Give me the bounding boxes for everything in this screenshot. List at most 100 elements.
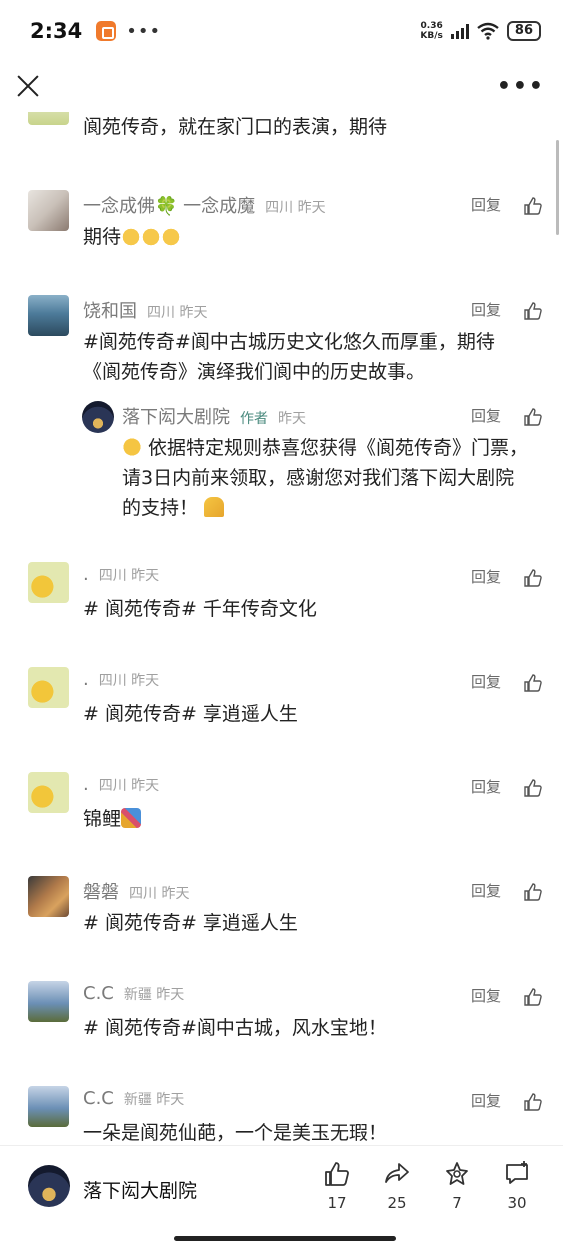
comment-meta: 新疆 昨天 xyxy=(123,987,185,1003)
battery-indicator: 86 xyxy=(506,21,541,41)
comment-text: # 阆苑传奇#阆中古城，风水宝地！ xyxy=(83,1017,387,1039)
status-bar: 2:34 ••• 0.36 KB/s 86 xyxy=(0,0,563,62)
party-popper-emoji-icon xyxy=(121,808,142,828)
bottom-action-bar: 落下闳大剧院 17 25 7 30 xyxy=(0,1145,563,1230)
like-icon xyxy=(325,1162,349,1186)
avatar[interactable] xyxy=(28,562,69,603)
comment-feed[interactable]: 阆苑传奇，就在家门口的表演，期待 一念成佛🍀 一念成魔 四川 昨天 回复 期待 … xyxy=(0,112,563,1145)
comment-text: 阆苑传奇，就在家门口的表演，期待 xyxy=(83,116,388,138)
avatar[interactable] xyxy=(28,112,69,125)
comment-text: 期待 xyxy=(83,222,531,252)
comment-meta: 新疆 昨天 xyxy=(123,1092,185,1108)
reply-button[interactable]: 回复 xyxy=(471,671,501,692)
comment-header: 饶和国 四川 昨天 xyxy=(83,297,207,323)
comment-actions: 回复 xyxy=(471,985,543,1006)
share-count: 25 xyxy=(387,1194,407,1212)
comment-count: 30 xyxy=(507,1194,527,1212)
comment-text: 锦鲤 xyxy=(83,804,531,834)
avatar[interactable] xyxy=(82,401,114,433)
account-avatar[interactable] xyxy=(28,1165,70,1207)
avatar[interactable] xyxy=(28,1086,69,1127)
comment-meta: 四川 昨天 xyxy=(147,305,208,321)
comment-header: 落下闳大剧院 作者 昨天 xyxy=(122,403,306,429)
avatar[interactable] xyxy=(28,190,69,231)
comment-header: . 四川 昨天 xyxy=(83,774,159,795)
comment-actions: 回复 xyxy=(471,299,543,320)
home-indicator[interactable] xyxy=(174,1236,396,1241)
avatar[interactable] xyxy=(28,981,69,1022)
reply-button[interactable]: 回复 xyxy=(471,194,501,215)
signal-icon xyxy=(450,23,469,39)
network-speed: 0.36 KB/s xyxy=(420,21,443,41)
comment-header: . 四川 昨天 xyxy=(83,669,159,690)
comment-meta: 四川 昨天 xyxy=(98,673,160,689)
reply-button[interactable]: 回复 xyxy=(471,299,501,320)
like-count: 17 xyxy=(327,1194,347,1212)
comment-text: # 阆苑传奇# 享逍遥人生 xyxy=(83,703,298,725)
avatar[interactable] xyxy=(28,876,69,917)
username[interactable]: . xyxy=(83,774,89,795)
like-icon[interactable] xyxy=(523,301,543,320)
username[interactable]: . xyxy=(83,669,89,690)
comment-header: 一念成佛🍀 一念成魔 四川 昨天 xyxy=(83,192,326,218)
comment-header: . 四川 昨天 xyxy=(83,564,159,585)
reply-button[interactable]: 回复 xyxy=(471,776,501,797)
comment-text: # 阆苑传奇# 享逍遥人生 xyxy=(83,912,298,934)
thumbs-up-emoji-icon xyxy=(121,226,142,246)
share-icon xyxy=(385,1163,409,1183)
comment-actions: 回复 xyxy=(471,880,543,901)
like-icon[interactable] xyxy=(523,1092,543,1111)
username[interactable]: C.C xyxy=(83,983,114,1004)
comment-text: # 阆苑传奇# 千年传奇文化 xyxy=(83,598,317,620)
username[interactable]: 饶和国 xyxy=(83,297,137,323)
like-icon[interactable] xyxy=(523,568,543,587)
reply-button[interactable]: 回复 xyxy=(471,880,501,901)
like-icon[interactable] xyxy=(523,778,543,797)
comment-text: 一朵是阆苑仙葩，一个是美玉无瑕！ xyxy=(83,1122,388,1144)
avatar[interactable] xyxy=(28,772,69,813)
comment-icon xyxy=(506,1161,528,1184)
favorite-button[interactable]: 7 xyxy=(437,1160,477,1212)
comment-actions: 回复 xyxy=(471,1090,543,1111)
comment-text: #阆苑传奇#阆中古城历史文化悠久而厚重，期待《阆苑传奇》演绎我们阆中的历史故事。 xyxy=(83,331,495,383)
comment-actions: 回复 xyxy=(471,671,543,692)
like-icon[interactable] xyxy=(523,407,543,426)
comment-meta: 四川 昨天 xyxy=(265,200,326,216)
like-icon[interactable] xyxy=(523,196,543,215)
account-name[interactable]: 落下闳大剧院 xyxy=(83,1176,197,1203)
comment-actions: 回复 xyxy=(471,566,543,587)
wifi-icon xyxy=(477,22,499,40)
username[interactable]: 落下闳大剧院 xyxy=(122,403,230,429)
scrollbar[interactable] xyxy=(556,140,559,235)
like-icon[interactable] xyxy=(523,882,543,901)
username[interactable]: C.C xyxy=(83,1088,114,1109)
share-button[interactable]: 25 xyxy=(377,1160,417,1212)
reply-button[interactable]: 回复 xyxy=(471,405,501,426)
pray-emoji-icon xyxy=(204,497,225,517)
close-icon[interactable] xyxy=(14,72,42,100)
like-icon[interactable] xyxy=(523,987,543,1006)
reply-button[interactable]: 回复 xyxy=(471,566,501,587)
avatar[interactable] xyxy=(28,667,69,708)
favorite-count: 7 xyxy=(452,1194,462,1212)
avatar[interactable] xyxy=(28,295,69,336)
like-icon[interactable] xyxy=(523,673,543,692)
like-button[interactable]: 17 xyxy=(317,1160,357,1212)
username[interactable]: 磐磐 xyxy=(83,878,119,904)
comment-header: C.C 新疆 昨天 xyxy=(83,1088,184,1109)
comment-text: 依据特定规则恭喜您获得《阆苑传奇》门票，请3日内前来领取，感谢您对我们落下闳大剧… xyxy=(122,437,529,519)
comment-actions: 回复 xyxy=(471,194,543,215)
app-indicator-icon xyxy=(96,21,117,41)
sunglasses-emoji-icon xyxy=(122,437,142,457)
comment-meta: 四川 昨天 xyxy=(129,886,190,902)
username[interactable]: 一念成佛🍀 一念成魔 xyxy=(83,192,255,218)
reply-button[interactable]: 回复 xyxy=(471,1090,501,1111)
status-icons: 0.36 KB/s 86 xyxy=(420,21,541,41)
comment-button[interactable]: 30 xyxy=(497,1160,537,1212)
more-notifications-icon: ••• xyxy=(126,20,162,42)
username[interactable]: . xyxy=(83,564,89,585)
more-options-icon[interactable]: ••• xyxy=(497,74,545,99)
comment-header: 磐磐 四川 昨天 xyxy=(83,878,189,904)
reply-button[interactable]: 回复 xyxy=(471,985,501,1006)
top-nav: ••• xyxy=(0,62,563,112)
